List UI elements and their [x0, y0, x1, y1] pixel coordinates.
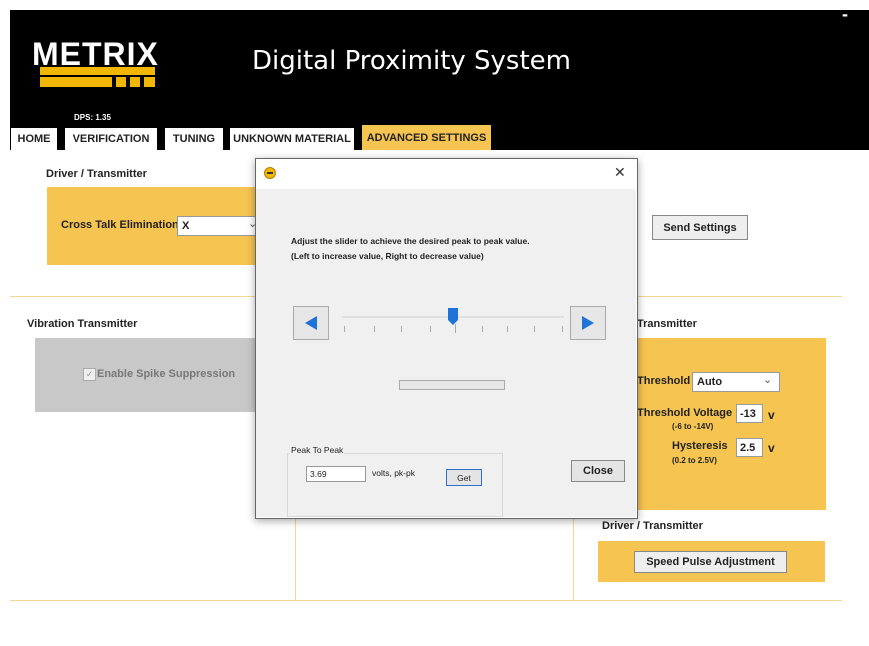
peak-adjust-dialog: ✕ Adjust the slider to achieve the desir… — [255, 158, 638, 519]
app-icon — [264, 167, 276, 179]
instruction-line-1: Adjust the slider to achieve the desired… — [291, 236, 530, 246]
hysteresis-label: Hysteresis — [672, 440, 728, 452]
logo-bars-graphic — [40, 67, 155, 87]
vibration-section-title: Vibration Transmitter — [27, 318, 138, 330]
driver-bottom-title: Driver / Transmitter — [602, 520, 703, 532]
minimize-button[interactable]: - — [842, 4, 848, 25]
close-button[interactable]: Close — [571, 460, 625, 482]
version-label: DPS: 1.35 — [74, 113, 111, 122]
tab-advanced-settings[interactable]: ADVANCED SETTINGS — [361, 124, 492, 150]
peak-slider[interactable] — [342, 308, 564, 334]
close-icon[interactable]: ✕ — [614, 164, 626, 181]
app-title: Digital Proximity System — [252, 46, 571, 76]
threshold-voltage-unit: v — [768, 408, 775, 422]
hysteresis-unit: v — [768, 441, 775, 455]
dialog-body: Adjust the slider to achieve the desired… — [256, 189, 636, 517]
spike-suppression-label: Enable Spike Suppression — [97, 368, 236, 380]
threshold-value: Auto — [697, 376, 723, 388]
peak-unit-label: volts, pk-pk — [372, 468, 415, 478]
tab-unknown-material[interactable]: UNKNOWN MATERIAL — [229, 127, 355, 150]
threshold-voltage-input[interactable]: -13 — [736, 404, 763, 423]
get-button[interactable]: Get — [446, 469, 482, 486]
cross-talk-label: Cross Talk Elimination — [61, 219, 179, 231]
speed-pulse-adjustment-button[interactable]: Speed Pulse Adjustment — [634, 551, 787, 573]
cross-talk-value: X — [182, 220, 190, 232]
threshold-panel — [636, 338, 826, 510]
hysteresis-range: (0.2 to 2.5V) — [672, 456, 717, 465]
slider-left-button[interactable] — [293, 306, 329, 340]
arrow-right-icon — [582, 316, 594, 330]
chevron-down-icon: ⌄ — [763, 374, 773, 386]
threshold-voltage-label: Threshold Voltage — [637, 407, 733, 419]
tab-home[interactable]: HOME — [10, 127, 58, 150]
transmitter-section-title: Transmitter — [637, 318, 697, 330]
spike-suppression-checkbox[interactable]: ✓ — [83, 368, 96, 381]
threshold-label: Threshold — [637, 375, 691, 387]
peak-value-field[interactable]: 3.69 — [306, 466, 366, 482]
tab-verification[interactable]: VERIFICATION — [64, 127, 158, 150]
threshold-select[interactable]: Auto ⌄ — [692, 372, 780, 392]
cross-talk-select[interactable]: X ⌄ — [177, 216, 267, 236]
arrow-left-icon — [305, 316, 317, 330]
slider-right-button[interactable] — [570, 306, 606, 340]
slider-thumb[interactable] — [447, 308, 459, 326]
hysteresis-input[interactable]: 2.5 — [736, 438, 763, 457]
tab-tuning[interactable]: TUNING — [164, 127, 224, 150]
divider — [10, 600, 842, 601]
peak-to-peak-label: Peak To Peak — [290, 445, 345, 455]
progress-bar — [399, 380, 505, 390]
instruction-line-2: (Left to increase value, Right to decrea… — [291, 251, 484, 261]
driver-section-title: Driver / Transmitter — [46, 168, 147, 180]
threshold-voltage-range: (-6 to -14V) — [672, 422, 714, 431]
send-settings-button[interactable]: Send Settings — [652, 215, 748, 240]
